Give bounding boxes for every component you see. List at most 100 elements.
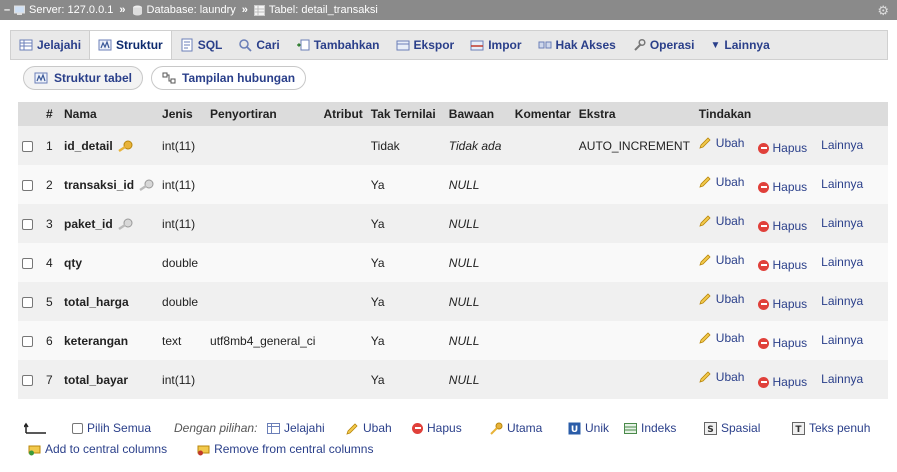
drop-column-button[interactable]: Hapus — [758, 336, 807, 350]
cell-actions: Ubah Hapus Lainnya — [695, 126, 888, 165]
cell-type: double — [162, 294, 199, 309]
edit-column-button[interactable]: Ubah — [699, 331, 744, 345]
sql-icon — [181, 38, 193, 52]
edit-column-button[interactable]: Ubah — [699, 136, 745, 150]
edit-column-button[interactable]: Ubah — [699, 175, 744, 189]
header-null[interactable]: Tak Ternilai — [367, 102, 445, 126]
more-actions-button[interactable]: Lainnya — [821, 255, 863, 269]
tab-jelajahi[interactable]: Jelajahi — [11, 31, 89, 59]
breadcrumb-server[interactable]: Server: 127.0.0.1 — [14, 4, 113, 16]
more-actions-button[interactable]: Lainnya — [821, 177, 863, 191]
cell-actions: Ubah Hapus Lainnya — [695, 282, 888, 321]
row-checkbox[interactable] — [22, 257, 33, 269]
cell-collation — [206, 126, 319, 165]
row-checkbox[interactable] — [22, 296, 33, 308]
tab-lainnya[interactable]: ▼ Lainnya — [703, 31, 778, 59]
drop-column-button[interactable]: Hapus — [758, 258, 807, 272]
tab-operasi[interactable]: Operasi — [624, 31, 703, 59]
cell-null: Ya — [370, 216, 385, 231]
table-row: 3 paket_id int(11) Ya NULL Ubah Hapus Lainnya — [18, 204, 888, 243]
edit-label: Ubah — [715, 136, 745, 150]
more-label: Lainnya — [821, 177, 864, 191]
row-checkbox[interactable] — [22, 179, 33, 191]
tab-label: Ekspor — [413, 38, 455, 52]
cell-extra — [575, 282, 695, 321]
breadcrumb-database[interactable]: Database: laundry — [132, 4, 236, 16]
more-actions-button[interactable]: Lainnya — [821, 138, 863, 152]
bulk-spatial-button[interactable]: S Spasial — [704, 421, 760, 435]
relation-icon — [162, 72, 176, 84]
edit-column-button[interactable]: Ubah — [699, 253, 744, 267]
header-extra[interactable]: Ekstra — [575, 102, 695, 126]
more-actions-button[interactable]: Lainnya — [821, 372, 863, 386]
structure-icon — [98, 39, 112, 51]
tab-cari[interactable]: Cari — [230, 31, 287, 59]
select-all-checkbox[interactable] — [72, 422, 83, 434]
row-checkbox[interactable] — [22, 140, 33, 152]
row-checkbox[interactable] — [22, 218, 33, 230]
central-columns-add-icon — [28, 445, 41, 455]
header-collation[interactable]: Penyortiran — [206, 102, 319, 126]
wrench-icon — [634, 38, 646, 51]
row-checkbox[interactable] — [22, 374, 33, 386]
drop-column-button[interactable]: Hapus — [758, 141, 807, 155]
cell-extra — [575, 321, 695, 360]
subtab-tampilan-hubungan[interactable]: Tampilan hubungan — [151, 66, 307, 90]
cell-default: NULL — [448, 255, 480, 270]
fulltext-icon: T — [792, 421, 805, 435]
tab-hak-akses[interactable]: Hak Akses — [530, 31, 624, 59]
table-icon — [253, 4, 265, 16]
breadcrumb: – Server: 127.0.0.1 » Database: laundry … — [0, 0, 897, 20]
tab-sql[interactable]: SQL — [172, 31, 231, 59]
bulk-edit-button[interactable]: Ubah — [346, 421, 392, 435]
row-checkbox-cell — [18, 282, 42, 321]
row-checkbox[interactable] — [22, 335, 33, 347]
subtab-struktur-tabel[interactable]: Struktur tabel — [23, 66, 144, 90]
edit-column-button[interactable]: Ubah — [699, 214, 744, 228]
header-type[interactable]: Jenis — [158, 102, 206, 126]
header-default[interactable]: Bawaan — [445, 102, 511, 126]
more-label: Lainnya — [821, 372, 864, 386]
header-attributes[interactable]: Atribut — [319, 102, 366, 126]
edit-column-button[interactable]: Ubah — [699, 292, 744, 306]
add-central-columns-label: Add to central columns — [45, 442, 168, 456]
bulk-drop-button[interactable]: Hapus — [412, 421, 462, 435]
breadcrumb-table[interactable]: Tabel: detail_transaksi — [253, 4, 378, 16]
collapse-navigation-button[interactable]: – — [0, 0, 14, 20]
bulk-fulltext-button[interactable]: T Teks penuh — [792, 421, 870, 435]
bulk-unique-button[interactable]: U Unik — [568, 421, 609, 435]
bulk-index-button[interactable]: Indeks — [624, 421, 676, 435]
header-name[interactable]: Nama — [60, 102, 158, 126]
tab-label: Impor — [488, 38, 522, 52]
drop-column-button[interactable]: Hapus — [758, 219, 807, 233]
bulk-browse-button[interactable]: Jelajahi — [267, 421, 325, 435]
add-central-columns-button[interactable]: Add to central columns — [28, 442, 167, 456]
pencil-icon — [346, 422, 358, 435]
pencil-icon — [699, 293, 711, 305]
tab-impor[interactable]: Impor — [462, 31, 529, 59]
select-all-control[interactable]: Pilih Semua — [72, 421, 151, 435]
tab-label: Lainnya — [724, 38, 770, 52]
server-icon — [14, 5, 25, 15]
bulk-primary-button[interactable]: Utama — [490, 421, 542, 435]
tab-tambahkan[interactable]: Tambahkan — [288, 31, 388, 59]
key-icon — [490, 422, 503, 435]
gear-icon[interactable]: ⚙ — [877, 3, 889, 19]
more-actions-button[interactable]: Lainnya — [821, 216, 863, 230]
more-label: Lainnya — [821, 333, 864, 347]
edit-column-button[interactable]: Ubah — [699, 370, 744, 384]
bulk-spatial-label: Spasial — [721, 421, 761, 435]
cell-attributes — [319, 204, 366, 243]
more-actions-button[interactable]: Lainnya — [821, 333, 863, 347]
drop-column-button[interactable]: Hapus — [758, 180, 807, 194]
privileges-icon — [538, 41, 552, 49]
remove-central-columns-button[interactable]: Remove from central columns — [197, 442, 373, 456]
tab-struktur[interactable]: Struktur — [89, 31, 172, 59]
cell-attributes — [319, 282, 366, 321]
tab-label: Struktur — [116, 38, 163, 52]
drop-column-button[interactable]: Hapus — [758, 297, 807, 311]
more-actions-button[interactable]: Lainnya — [821, 294, 863, 308]
drop-column-button[interactable]: Hapus — [758, 375, 807, 389]
tab-ekspor[interactable]: Ekspor — [388, 31, 463, 59]
header-comment[interactable]: Komentar — [511, 102, 575, 126]
